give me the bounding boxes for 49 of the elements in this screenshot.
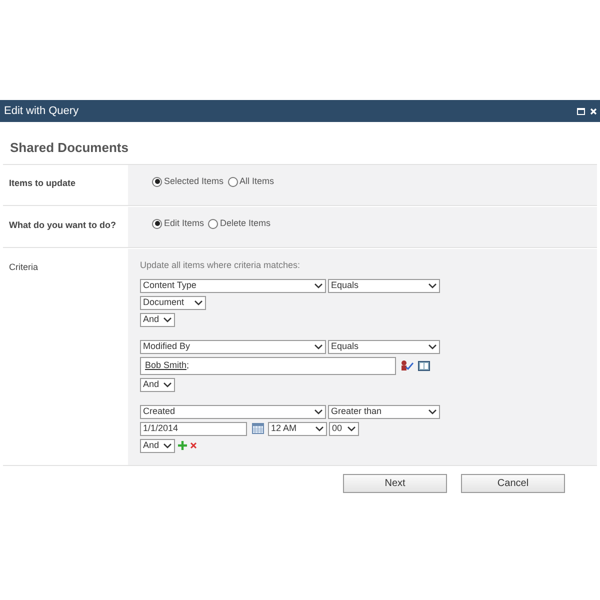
radio-button[interactable] bbox=[208, 218, 218, 229]
dialog-button[interactable]: Next bbox=[343, 474, 447, 492]
field-dropdown[interactable]: Content Type bbox=[140, 278, 326, 292]
page-heading: Shared Documents bbox=[9, 139, 130, 157]
window-title: Edit with Query bbox=[4, 104, 79, 119]
maximize-icon[interactable] bbox=[577, 108, 585, 114]
chevron-icon bbox=[428, 282, 437, 288]
operator-dropdown[interactable]: Equals bbox=[328, 340, 440, 354]
close-icon[interactable] bbox=[590, 108, 597, 114]
radio-label: Edit Items bbox=[164, 217, 204, 230]
radio-button[interactable] bbox=[152, 176, 162, 187]
operator-dropdown[interactable]: Equals bbox=[328, 278, 440, 292]
chevron-icon bbox=[194, 300, 203, 306]
chevron-icon bbox=[314, 408, 323, 414]
chevron-icon bbox=[163, 382, 172, 388]
chevron-icon bbox=[314, 344, 323, 350]
address-book-icon[interactable] bbox=[418, 360, 430, 370]
radio-button[interactable] bbox=[228, 176, 238, 187]
hour-dropdown[interactable]: 12 AM bbox=[268, 422, 327, 436]
radio-label: Delete Items bbox=[220, 217, 271, 230]
chevron-icon bbox=[163, 316, 172, 322]
criteria-intro: Update all items where criteria matches: bbox=[140, 259, 302, 272]
section-label: Items to update bbox=[9, 178, 76, 188]
radio-label: All Items bbox=[240, 175, 274, 188]
people-field[interactable]: Bob Smith; bbox=[140, 356, 396, 374]
dialog-button[interactable]: Cancel bbox=[461, 474, 565, 492]
minute-dropdown[interactable]: 00 bbox=[329, 422, 359, 436]
chevron-icon bbox=[163, 442, 172, 448]
check-names-icon[interactable] bbox=[400, 360, 414, 371]
operator-dropdown[interactable]: Greater than bbox=[328, 404, 440, 418]
chevron-icon bbox=[428, 344, 437, 350]
radio-button[interactable] bbox=[152, 218, 162, 229]
calendar-icon[interactable] bbox=[252, 423, 264, 434]
conjunction-dropdown[interactable]: And bbox=[140, 312, 175, 326]
chevron-icon bbox=[315, 426, 324, 432]
section-label: Criteria bbox=[9, 262, 38, 272]
chevron-icon bbox=[347, 426, 356, 432]
chevron-icon bbox=[314, 282, 323, 288]
section-label: What do you want to do? bbox=[9, 220, 116, 230]
date-field[interactable]: 1/1/2014 bbox=[140, 422, 247, 436]
delete-icon[interactable] bbox=[190, 442, 197, 449]
value-dropdown[interactable]: Document bbox=[140, 296, 206, 310]
conjunction-dropdown[interactable]: And bbox=[140, 438, 175, 452]
radio-label: Selected Items bbox=[164, 175, 224, 188]
plus-icon[interactable] bbox=[178, 441, 187, 450]
field-dropdown[interactable]: Modified By bbox=[140, 340, 326, 354]
chevron-icon bbox=[428, 408, 437, 414]
field-dropdown[interactable]: Created bbox=[140, 404, 326, 418]
conjunction-dropdown[interactable]: And bbox=[140, 378, 175, 392]
